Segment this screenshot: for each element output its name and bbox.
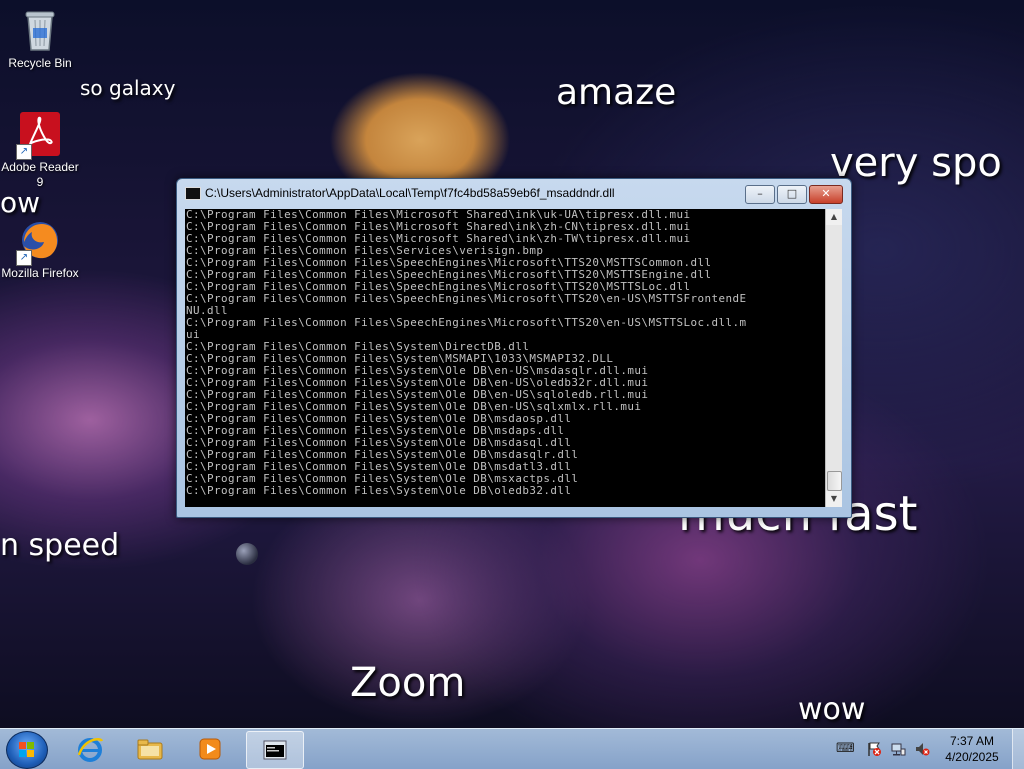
file-explorer-icon xyxy=(137,739,163,760)
taskbar-media-player[interactable] xyxy=(182,731,238,767)
internet-explorer-icon xyxy=(77,738,104,762)
shortcut-arrow-icon: ↗ xyxy=(16,144,32,160)
meme-text: very spo xyxy=(830,140,1002,186)
taskbar: ⌨ 7:37 AM 4/20/2025 xyxy=(0,728,1024,769)
console-app-icon[interactable] xyxy=(185,187,201,200)
network-icon[interactable] xyxy=(890,741,906,757)
taskbar-console-window[interactable] xyxy=(246,731,304,769)
volume-muted-icon[interactable] xyxy=(914,741,930,757)
meme-text: ow xyxy=(0,186,41,219)
clock-date: 4/20/2025 xyxy=(945,750,999,764)
desktop-icon-label: Recycle Bin xyxy=(8,56,72,70)
action-center-flag-icon[interactable] xyxy=(866,741,882,757)
console-window[interactable]: C:\Users\Administrator\AppData\Local\Tem… xyxy=(176,178,852,518)
scroll-up-arrow-icon[interactable]: ▲ xyxy=(826,209,842,225)
meme-text: wow xyxy=(798,692,866,727)
window-title: C:\Users\Administrator\AppData\Local\Tem… xyxy=(205,186,615,200)
shortcut-arrow-icon: ↗ xyxy=(16,250,32,266)
meme-text: n speed xyxy=(0,528,120,563)
meme-text: amaze xyxy=(556,72,677,113)
close-button[interactable]: ✕ xyxy=(809,185,843,204)
clock-time: 7:37 AM xyxy=(949,734,995,748)
maximize-button[interactable]: □ xyxy=(777,185,807,204)
minimize-button[interactable]: – xyxy=(745,185,775,204)
desktop-icon-label: Mozilla Firefox xyxy=(1,266,79,280)
show-desktop-button[interactable] xyxy=(1012,729,1024,769)
system-clock[interactable]: 7:37 AM 4/20/2025 xyxy=(936,733,1008,765)
scroll-down-arrow-icon[interactable]: ▼ xyxy=(826,491,842,507)
window-titlebar[interactable]: C:\Users\Administrator\AppData\Local\Tem… xyxy=(177,179,851,207)
console-window-icon xyxy=(263,740,287,760)
recycle-bin-icon xyxy=(16,6,64,54)
windows-logo-icon xyxy=(19,742,35,758)
firefox-icon: ↗ xyxy=(16,216,64,266)
vertical-scrollbar[interactable]: ▲ ▼ xyxy=(825,209,842,507)
desktop-icon-firefox[interactable]: ↗ Mozilla Firefox xyxy=(0,216,80,281)
planet-decoration xyxy=(236,543,258,565)
meme-text: so galaxy xyxy=(80,76,176,100)
meme-text: Zoom xyxy=(350,660,466,706)
console-output-area[interactable]: C:\Program Files\Common Files\Microsoft … xyxy=(185,209,825,507)
adobe-reader-icon: ↗ xyxy=(16,110,64,160)
desktop-icon-recycle-bin[interactable]: Recycle Bin xyxy=(0,6,80,71)
taskbar-file-explorer[interactable] xyxy=(122,731,178,767)
keyboard-icon[interactable]: ⌨ xyxy=(836,741,855,757)
scrollbar-thumb[interactable] xyxy=(827,471,842,491)
taskbar-internet-explorer[interactable] xyxy=(62,731,118,767)
media-player-icon xyxy=(199,738,221,760)
desktop-icon-adobe-reader[interactable]: ↗ Adobe Reader 9 xyxy=(0,110,80,190)
console-output-text: C:\Program Files\Common Files\Microsoft … xyxy=(186,209,747,497)
start-button[interactable] xyxy=(6,731,48,769)
